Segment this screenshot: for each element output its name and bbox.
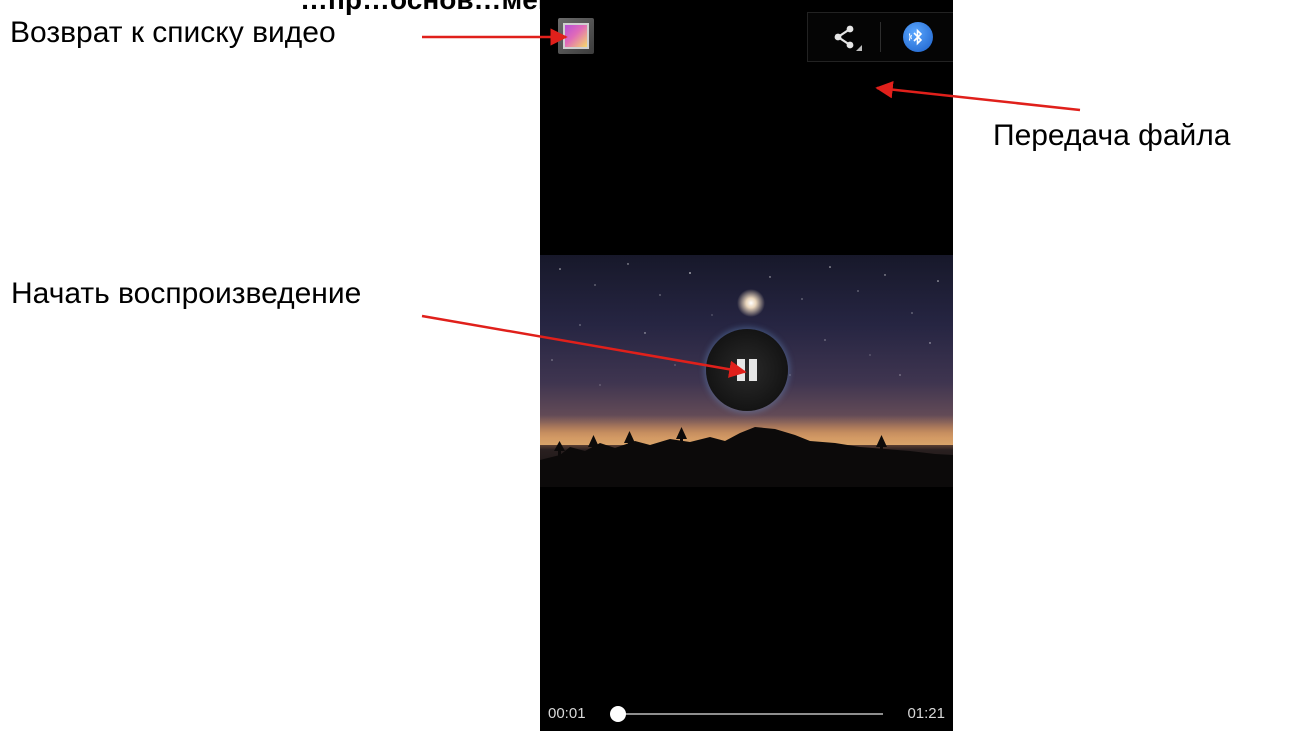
play-pause-button[interactable] — [706, 329, 788, 411]
bluetooth-share-button[interactable] — [881, 13, 953, 61]
bluetooth-icon — [902, 22, 933, 52]
total-duration: 01:21 — [907, 705, 945, 722]
back-to-gallery-button[interactable] — [558, 18, 594, 54]
action-bar — [807, 12, 953, 62]
current-time: 00:01 — [548, 705, 586, 722]
share-icon — [834, 25, 854, 49]
callout-start-playback: Начать воспроизведение — [11, 277, 362, 310]
pause-icon — [735, 359, 759, 381]
dropdown-corner-icon — [856, 45, 862, 51]
gallery-icon — [563, 23, 589, 49]
share-button[interactable] — [808, 13, 880, 61]
seek-track[interactable] — [615, 713, 883, 715]
playback-timebar: 00:01 01:21 — [540, 697, 953, 731]
callout-back-to-video-list: Возврат к списку видео — [10, 16, 336, 49]
callout-file-transfer: Передача файла — [993, 119, 1231, 152]
seek-handle[interactable] — [610, 706, 627, 722]
video-frame[interactable] — [540, 255, 953, 487]
video-player-screen: 00:01 01:21 — [540, 0, 953, 731]
